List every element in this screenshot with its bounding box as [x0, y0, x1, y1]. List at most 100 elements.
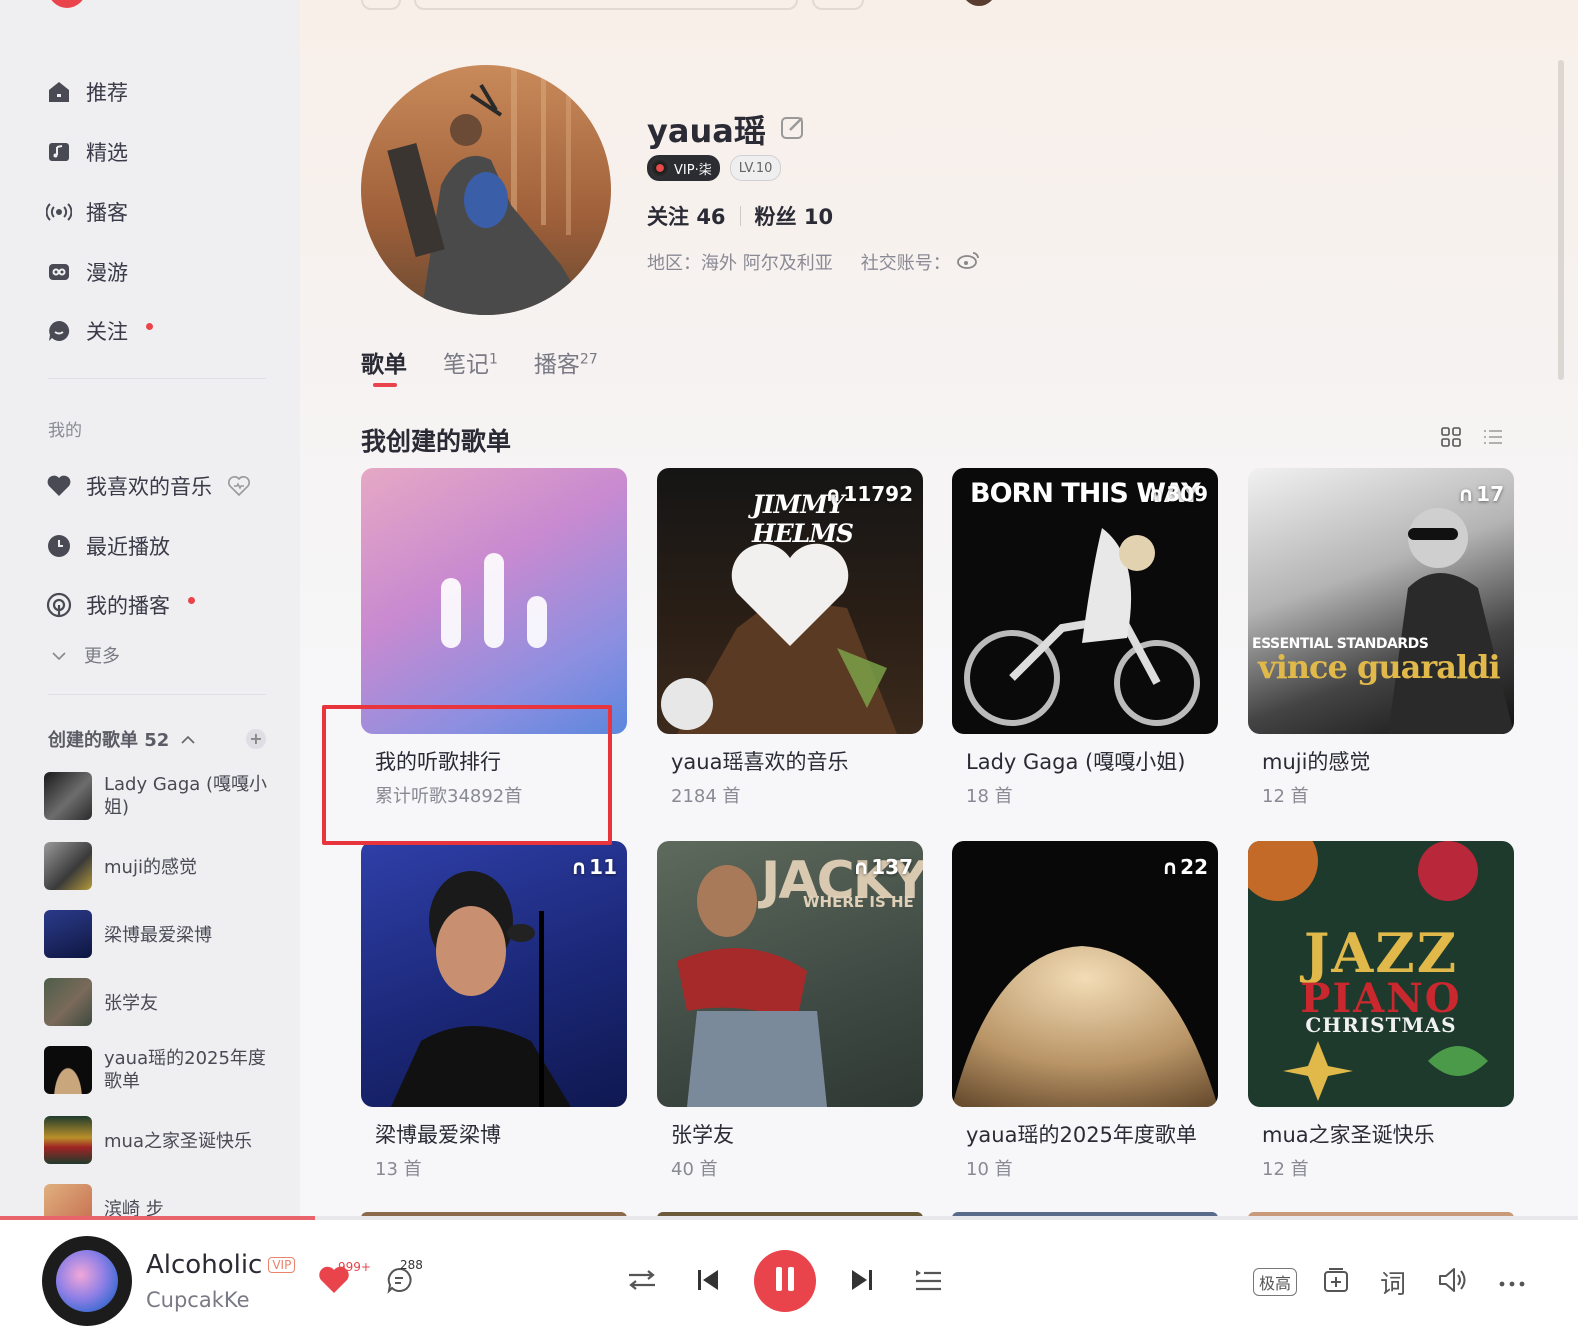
tab-label: 歌单: [361, 352, 407, 378]
grid-view-icon[interactable]: [1440, 426, 1462, 452]
volume-button[interactable]: [1436, 1264, 1470, 1300]
list-view-icon[interactable]: [1482, 426, 1504, 452]
profile-avatar[interactable]: [361, 65, 611, 315]
playlist-thumbnail: [44, 842, 92, 890]
vip-label: VIP·柒: [674, 162, 712, 178]
tab-count: 27: [579, 351, 598, 368]
lyrics-button[interactable]: 词: [1376, 1264, 1410, 1300]
heart-icon: [46, 473, 72, 499]
quality-button[interactable]: 极高: [1253, 1268, 1297, 1296]
add-to-playlist-button[interactable]: [1320, 1264, 1352, 1300]
playlist-card[interactable]: JAZZ PIANO CHRISTMAS mua之家圣诞快乐 12 首: [1248, 841, 1514, 1181]
sidebar-playlist-item[interactable]: yaua瑶的2025年度歌单: [44, 1046, 274, 1094]
play-count: ∩ 11792: [825, 482, 913, 506]
playlist-subtitle: 10 首: [966, 1159, 1013, 1180]
tab-podcasts[interactable]: 播客27: [534, 345, 598, 379]
playlist-thumbnail: [44, 978, 92, 1026]
scrollbar[interactable]: [1558, 60, 1564, 380]
pause-button[interactable]: [754, 1250, 816, 1312]
notification-dot: [188, 596, 195, 604]
add-box-icon: [1322, 1266, 1350, 1298]
back-button[interactable]: [361, 0, 401, 10]
playlist-card[interactable]: JACKY WHERE IS HE ∩ 137 张学友 40 首: [657, 841, 923, 1181]
nav-item-roam[interactable]: 漫游: [46, 254, 128, 290]
nav-item-recommend[interactable]: 推荐: [46, 74, 128, 110]
section-title: 我创建的歌单: [361, 427, 512, 456]
tab-count: 1: [489, 351, 498, 368]
playlist-queue-button[interactable]: [910, 1264, 946, 1300]
voice-search-button[interactable]: [812, 0, 864, 10]
nav-item-follow[interactable]: 关注: [46, 313, 153, 349]
playlist-subtitle: 12 首: [1262, 786, 1309, 807]
playlist-label: 张学友: [104, 993, 158, 1014]
nav-label: 我喜欢的音乐: [86, 475, 212, 499]
more-options-button[interactable]: [1494, 1264, 1530, 1300]
play-count: ∩ 137: [853, 855, 913, 879]
tab-playlists[interactable]: 歌单: [361, 345, 407, 379]
pause-icon: [774, 1266, 796, 1296]
song-artist[interactable]: CupcakKe: [146, 1288, 250, 1312]
nav-label: 关注: [86, 320, 128, 344]
nav-item-recent[interactable]: 最近播放: [46, 528, 170, 564]
heartbeat-icon[interactable]: [226, 473, 252, 499]
search-input[interactable]: [414, 0, 798, 10]
active-tab-indicator: [373, 383, 397, 387]
fans-link[interactable]: 粉丝 10: [755, 201, 834, 231]
playlist-label: Lady Gaga (嘎嘎小姐): [104, 773, 268, 818]
playlist-card[interactable]: BORN THIS WAY ∩ 309 Lady Gaga (嘎嘎小姐) 18 首: [952, 468, 1218, 808]
nav-item-podcast[interactable]: 播客: [46, 194, 128, 230]
nav-item-liked-music[interactable]: 我喜欢的音乐: [46, 468, 252, 504]
playlist-card[interactable]: ESSENTIAL STANDARDS vince guaraldi ∩ 17 m…: [1248, 468, 1514, 808]
playlist-subtitle: 40 首: [671, 1159, 718, 1180]
next-button[interactable]: [844, 1264, 880, 1300]
playlist-subtitle: 2184 首: [671, 786, 741, 807]
more-toggle[interactable]: 更多: [52, 642, 120, 668]
headphones-icon: ∩: [853, 855, 870, 879]
notification-dot: [146, 322, 153, 330]
cover-art: [391, 871, 571, 1107]
song-title-row: Alcoholic VIP: [146, 1250, 296, 1280]
fans-label: 粉丝: [754, 205, 797, 229]
playlist-card[interactable]: ∩ 11 梁博最爱梁博 13 首: [361, 841, 627, 1181]
play-count-value: 22: [1180, 855, 1208, 879]
playlist-card[interactable]: ∩ 22 yaua瑶的2025年度歌单 10 首: [952, 841, 1218, 1181]
level-badge[interactable]: LV.10: [729, 155, 782, 181]
cover-text: vince guaraldi: [1258, 648, 1501, 686]
previous-button[interactable]: [690, 1264, 726, 1300]
sidebar-playlist-item[interactable]: 梁博最爱梁博: [44, 910, 274, 958]
playlist-card[interactable]: JIMMY HELMS ∩ 11792 yaua瑶喜欢的音乐 2184 首: [657, 468, 923, 808]
logo-icon[interactable]: [48, 0, 86, 8]
edit-icon[interactable]: [780, 114, 806, 144]
playlist-title: yaua瑶的2025年度歌单: [966, 1123, 1197, 1147]
created-playlists-header[interactable]: 创建的歌单 52 +: [48, 726, 266, 752]
following-link[interactable]: 关注 46: [647, 201, 726, 231]
more-label: 更多: [84, 646, 120, 667]
playlist-thumbnail: [44, 1046, 92, 1094]
chevron-up-icon[interactable]: [181, 729, 195, 750]
nav-item-my-podcast[interactable]: 我的播客: [46, 587, 195, 623]
playlist-title: muji的感觉: [1262, 750, 1371, 774]
now-playing-cover[interactable]: [42, 1236, 132, 1326]
song-title[interactable]: Alcoholic: [146, 1250, 262, 1280]
my-section-label: 我的: [48, 421, 82, 441]
nav-item-featured[interactable]: 精选: [46, 134, 128, 170]
following-label: 关注: [647, 205, 689, 229]
sidebar-playlist-item[interactable]: Lady Gaga (嘎嘎小姐): [44, 772, 274, 820]
repeat-button[interactable]: [624, 1264, 660, 1300]
sidebar-playlist-item[interactable]: muji的感觉: [44, 842, 274, 890]
playlist-title: Lady Gaga (嘎嘎小姐): [966, 750, 1186, 774]
weibo-icon[interactable]: [956, 250, 981, 275]
comments-button[interactable]: 288: [380, 1258, 423, 1300]
album-art: [56, 1250, 118, 1312]
sidebar-playlist-item[interactable]: 张学友: [44, 978, 274, 1026]
sidebar-playlist-item[interactable]: mua之家圣诞快乐: [44, 1116, 274, 1164]
music-note-icon: [46, 139, 72, 165]
headphones-icon: ∩: [1161, 855, 1179, 879]
tab-notes[interactable]: 笔记1: [443, 345, 498, 379]
comment-count: 288: [400, 1258, 423, 1272]
playlist-subtitle: 13 首: [375, 1159, 422, 1180]
like-button[interactable]: 999+: [314, 1260, 371, 1300]
add-playlist-button[interactable]: +: [246, 729, 266, 749]
vip-badge[interactable]: VIP·柒: [647, 155, 720, 181]
headphones-icon: ∩: [570, 855, 588, 879]
